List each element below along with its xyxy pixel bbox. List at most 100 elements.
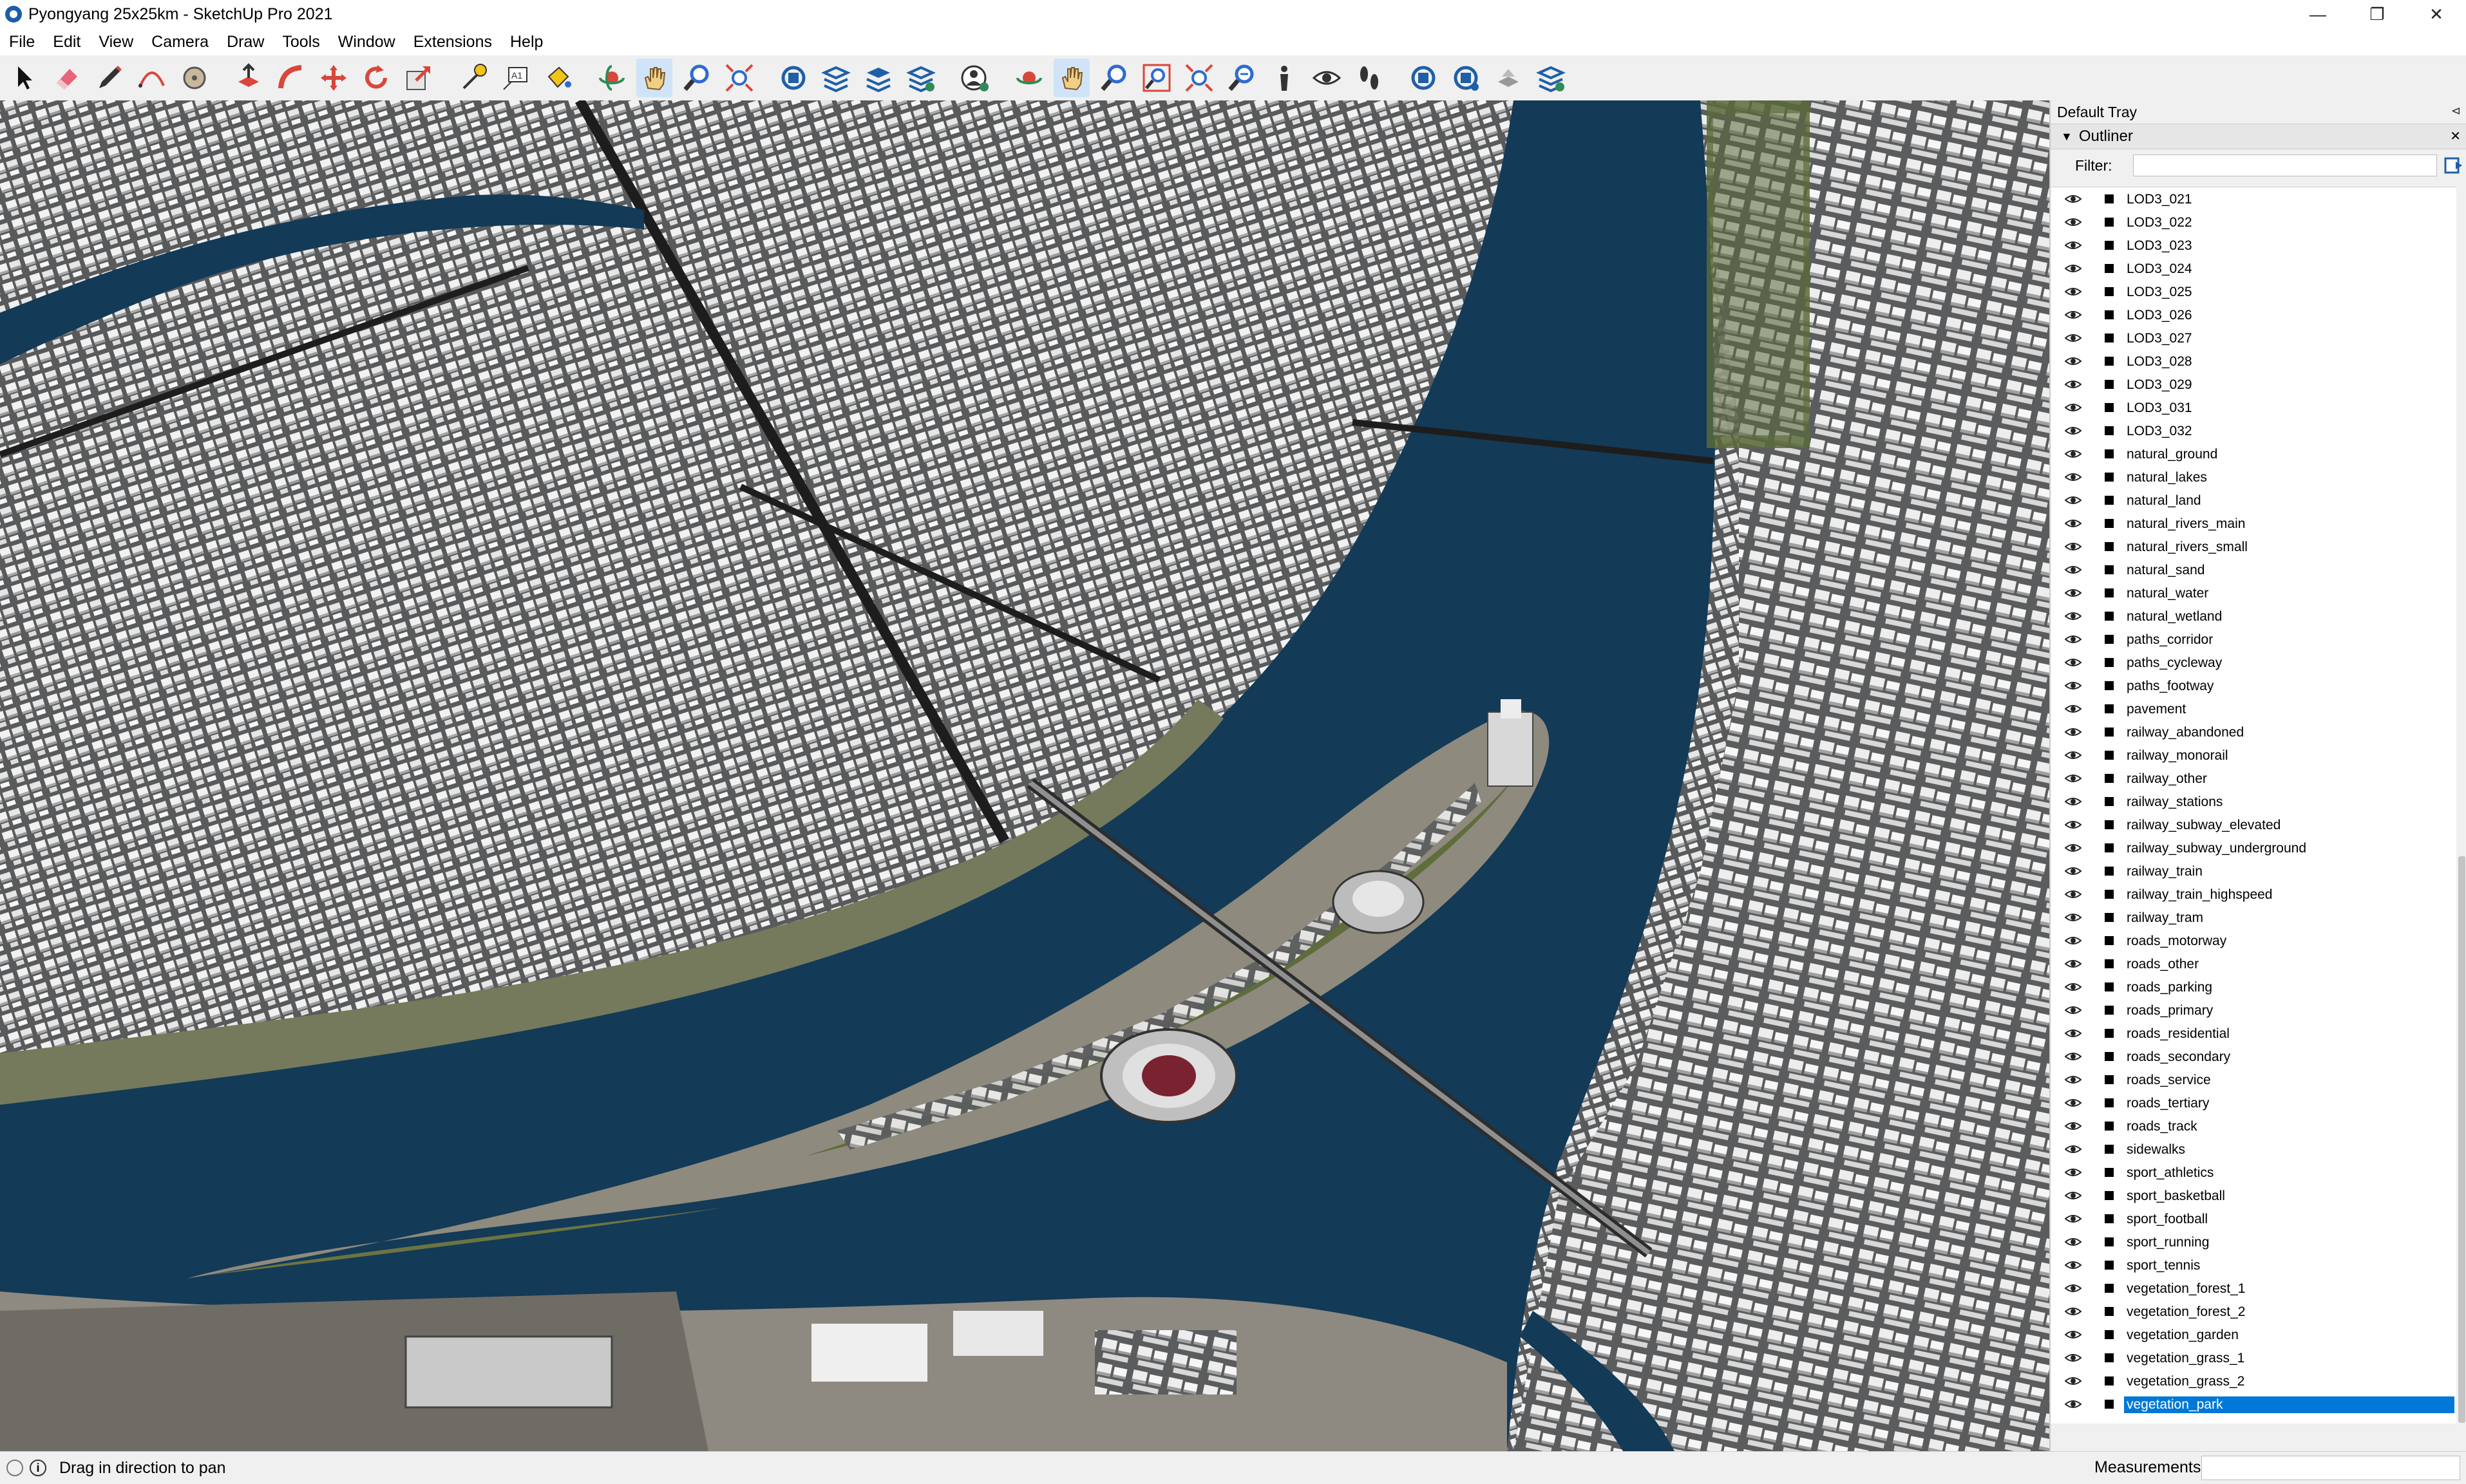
look-around-tool[interactable] — [1309, 59, 1345, 97]
layout-tool[interactable] — [860, 59, 896, 97]
filter-input[interactable] — [2133, 155, 2437, 176]
plugins-tool[interactable] — [1533, 59, 1569, 97]
eye-icon[interactable] — [2065, 472, 2082, 482]
maximize-button[interactable]: ❐ — [2347, 0, 2407, 28]
outliner-item[interactable]: roads_residential — [2051, 1022, 2456, 1045]
eye-icon[interactable] — [2065, 727, 2082, 737]
model-info-tool[interactable] — [1490, 59, 1526, 97]
extension-manager-tool[interactable] — [903, 59, 939, 97]
geolocation-status-icon[interactable] — [6, 1460, 23, 1476]
outliner-item[interactable]: vegetation_park — [2051, 1393, 2456, 1416]
paint-bucket-tool[interactable] — [540, 59, 576, 97]
orbit-tool-2[interactable] — [1011, 59, 1047, 97]
eye-icon[interactable] — [2065, 1329, 2082, 1340]
eye-icon[interactable] — [2065, 1306, 2082, 1317]
eye-icon[interactable] — [2065, 356, 2082, 366]
outliner-item[interactable]: railway_subway_underground — [2051, 836, 2456, 859]
eye-icon[interactable] — [2065, 843, 2082, 853]
outliner-item[interactable]: sport_basketball — [2051, 1184, 2456, 1207]
eraser-tool[interactable] — [49, 59, 85, 97]
zoom-window-tool[interactable] — [1139, 59, 1175, 97]
arc-tool[interactable] — [134, 59, 170, 97]
eye-icon[interactable] — [2065, 1283, 2082, 1293]
eye-icon[interactable] — [2065, 286, 2082, 297]
eye-icon[interactable] — [2065, 1167, 2082, 1178]
eye-icon[interactable] — [2065, 194, 2082, 204]
eye-icon[interactable] — [2065, 333, 2082, 343]
outliner-item[interactable]: natural_water — [2051, 581, 2456, 605]
eye-icon[interactable] — [2065, 217, 2082, 227]
pan-tool-2[interactable] — [1054, 59, 1090, 97]
eye-icon[interactable] — [2065, 1005, 2082, 1015]
eye-icon[interactable] — [2065, 866, 2082, 876]
outliner-item[interactable]: LOD3_021 — [2051, 187, 2456, 211]
tape-measure-tool[interactable] — [455, 59, 491, 97]
eye-icon[interactable] — [2065, 426, 2082, 436]
eye-icon[interactable] — [2065, 704, 2082, 714]
menu-window[interactable]: Window — [329, 33, 404, 52]
minimize-button[interactable]: — — [2288, 0, 2347, 28]
outliner-item[interactable]: sport_football — [2051, 1207, 2456, 1230]
outliner-item[interactable]: vegetation_forest_1 — [2051, 1277, 2456, 1300]
line-tool[interactable] — [91, 59, 128, 97]
outliner-item[interactable]: sport_athletics — [2051, 1161, 2456, 1184]
outliner-item[interactable]: roads_motorway — [2051, 929, 2456, 952]
move-tool[interactable] — [316, 59, 352, 97]
outliner-item[interactable]: LOD3_032 — [2051, 419, 2456, 442]
outliner-item[interactable]: paths_footway — [2051, 674, 2456, 697]
outliner-item[interactable]: roads_tertiary — [2051, 1091, 2456, 1114]
outliner-item[interactable]: sport_tennis — [2051, 1254, 2456, 1277]
zoom-tool-2[interactable] — [1096, 59, 1132, 97]
outliner-item[interactable]: sidewalks — [2051, 1138, 2456, 1161]
eye-icon[interactable] — [2065, 379, 2082, 390]
outliner-item[interactable]: vegetation_garden — [2051, 1323, 2456, 1346]
outliner-item[interactable]: LOD3_023 — [2051, 234, 2456, 257]
outliner-item[interactable]: roads_other — [2051, 952, 2456, 975]
outliner-item[interactable]: railway_abandoned — [2051, 720, 2456, 744]
geolocation-tool[interactable] — [1448, 59, 1484, 97]
orbit-tool[interactable] — [594, 59, 630, 97]
eye-icon[interactable] — [2065, 750, 2082, 760]
shapes-tool[interactable] — [176, 59, 213, 97]
menu-draw[interactable]: Draw — [218, 33, 273, 52]
eye-icon[interactable] — [2065, 657, 2082, 668]
eye-icon[interactable] — [2065, 1121, 2082, 1131]
outliner-item[interactable]: roads_parking — [2051, 975, 2456, 999]
eye-icon[interactable] — [2065, 611, 2082, 621]
city-model-render[interactable] — [0, 100, 2049, 1451]
select-tool[interactable] — [6, 59, 43, 97]
eye-icon[interactable] — [2065, 1353, 2082, 1363]
outliner-item[interactable]: roads_secondary — [2051, 1045, 2456, 1068]
previous-view-tool[interactable] — [1224, 59, 1260, 97]
zoom-extents-tool[interactable] — [721, 59, 757, 97]
eye-icon[interactable] — [2065, 263, 2082, 274]
tray-pin-icon[interactable]: ⊲ — [2451, 104, 2461, 118]
eye-icon[interactable] — [2065, 1237, 2082, 1247]
panel-close-icon[interactable]: ✕ — [2450, 128, 2461, 144]
outliner-item[interactable]: vegetation_forest_2 — [2051, 1300, 2456, 1323]
eye-icon[interactable] — [2065, 1260, 2082, 1270]
zoom-extents-tool-2[interactable] — [1181, 59, 1217, 97]
outliner-item[interactable]: roads_track — [2051, 1114, 2456, 1138]
eye-icon[interactable] — [2065, 1051, 2082, 1062]
eye-icon[interactable] — [2065, 773, 2082, 784]
outliner-item[interactable]: vegetation_grass_1 — [2051, 1346, 2456, 1369]
model-viewport[interactable] — [0, 100, 2049, 1451]
pan-tool[interactable] — [636, 59, 672, 97]
outliner-item[interactable]: railway_monorail — [2051, 744, 2456, 767]
outliner-item[interactable]: natural_land — [2051, 489, 2456, 512]
eye-icon[interactable] — [2065, 1028, 2082, 1038]
outliner-item[interactable]: railway_subway_elevated — [2051, 813, 2456, 836]
outliner-item[interactable]: railway_stations — [2051, 790, 2456, 813]
collapse-triangle-icon[interactable]: ▼ — [2061, 130, 2072, 144]
eye-icon[interactable] — [2065, 634, 2082, 644]
eye-icon[interactable] — [2065, 518, 2082, 529]
outliner-item[interactable]: natural_rivers_main — [2051, 512, 2456, 535]
outliner-item[interactable]: natural_sand — [2051, 558, 2456, 581]
outliner-scrollbar[interactable] — [2456, 187, 2466, 1423]
scrollbar-thumb[interactable] — [2458, 856, 2465, 1423]
info-icon[interactable]: i — [30, 1460, 46, 1476]
text-tool[interactable]: A1 — [497, 59, 533, 97]
profile-tool[interactable] — [957, 59, 993, 97]
push-pull-tool[interactable] — [231, 59, 267, 97]
